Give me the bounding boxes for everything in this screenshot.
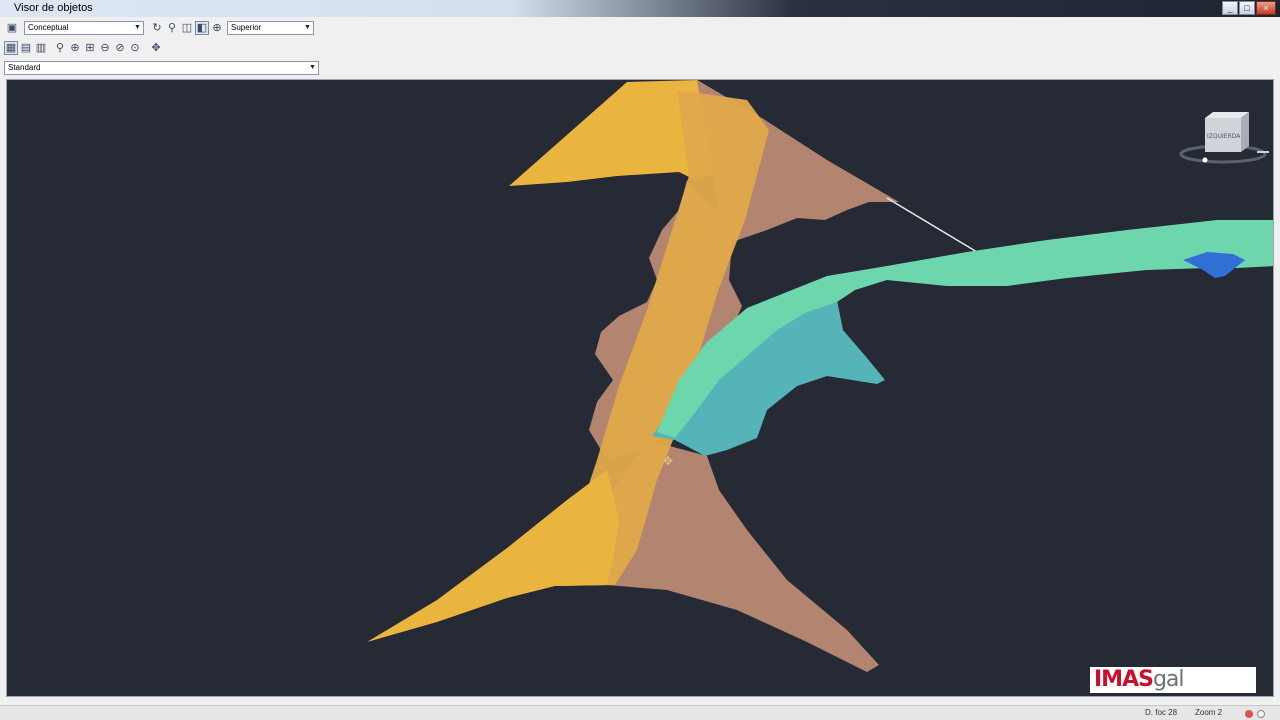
logo-text: IMASgal — [1094, 667, 1185, 692]
visual-style-select[interactable]: Conceptual ▼ — [24, 21, 144, 35]
zoom-extents-icon[interactable]: ⊞ — [83, 41, 97, 55]
viewcube-face-label: IZQUIERDA — [1207, 133, 1241, 140]
zoom-previous-icon[interactable]: ⊘ — [113, 41, 127, 55]
zoom-window-icon[interactable]: ◫ — [180, 21, 194, 35]
zoom-out-icon[interactable]: ⊖ — [98, 41, 112, 55]
status-zoom-text: Zoom 2 — [1195, 708, 1223, 717]
zoom-icon[interactable]: ⚲ — [53, 41, 67, 55]
view-select[interactable]: Superior ▼ — [227, 21, 314, 35]
chevron-down-icon: ▼ — [302, 22, 313, 34]
chevron-down-icon: ▼ — [132, 22, 143, 34]
zoom-realtime-icon[interactable]: ⚲ — [165, 21, 179, 35]
visual-style-icon[interactable]: ◧ — [195, 21, 209, 35]
status-indicator-icon[interactable] — [1245, 710, 1253, 718]
logo-part2: gal — [1152, 667, 1185, 692]
zoom-in-icon[interactable]: ⊕ — [68, 41, 82, 55]
logo-part1: IMAS — [1094, 667, 1154, 692]
status-toggle-icon[interactable] — [1257, 710, 1265, 718]
title-bar: Visor de objetos _ □ × — [0, 0, 1280, 17]
surface-yellow-lower — [367, 470, 619, 642]
zoom-object-icon[interactable]: ⊙ — [128, 41, 142, 55]
visual-style-value: Conceptual — [28, 23, 69, 32]
save-icon[interactable]: ▣ — [5, 21, 19, 35]
chevron-down-icon: ▼ — [307, 62, 318, 74]
viewcube-graphic: IZQUIERDA — [1179, 112, 1269, 164]
style-select[interactable]: Standard ▼ — [4, 61, 319, 75]
status-left-text: D. foc 28 — [1145, 708, 1178, 717]
toolbar-style: Standard ▼ — [0, 58, 1280, 78]
toolbar-main: ▣ Conceptual ▼ ↻ ⚲ ◫ ◧ ⊕ Superior ▼ — [0, 18, 1280, 38]
style-value: Standard — [8, 63, 41, 72]
view-mode-icon[interactable]: ▤ — [19, 41, 33, 55]
maximize-button[interactable]: □ — [1239, 1, 1255, 15]
status-bar: D. foc 28 Zoom 2 — [0, 705, 1280, 720]
minimize-button[interactable]: _ — [1222, 1, 1238, 15]
view-value: Superior — [231, 23, 262, 32]
view-settings-icon[interactable]: ▥ — [34, 41, 48, 55]
model-scene: ✥ — [367, 80, 1273, 672]
imasgal-logo: IMASgal — [1090, 667, 1256, 693]
viewcube[interactable]: IZQUIERDA — [1175, 112, 1271, 168]
view-toggle-icon[interactable]: ▦ — [4, 41, 18, 55]
wire-line — [886, 197, 978, 253]
orbit-icon[interactable]: ↻ — [150, 21, 164, 35]
window-controls: _ □ × — [1222, 1, 1276, 15]
window-title: Visor de objetos — [14, 2, 93, 14]
camera-icon[interactable]: ⊕ — [210, 21, 224, 35]
3d-viewport[interactable]: ✥ IZQUIERDA IMASgal — [6, 79, 1274, 697]
cursor-icon: ✥ — [663, 454, 673, 468]
object-viewer-window: Visor de objetos _ □ × ▣ Conceptual ▼ ↻ … — [0, 0, 1280, 720]
pan-icon[interactable]: ✥ — [149, 41, 163, 55]
toolbar-navigation: ▦ ▤ ▥ ⚲ ⊕ ⊞ ⊖ ⊘ ⊙ ✥ — [0, 38, 1280, 58]
close-button[interactable]: × — [1256, 1, 1276, 15]
